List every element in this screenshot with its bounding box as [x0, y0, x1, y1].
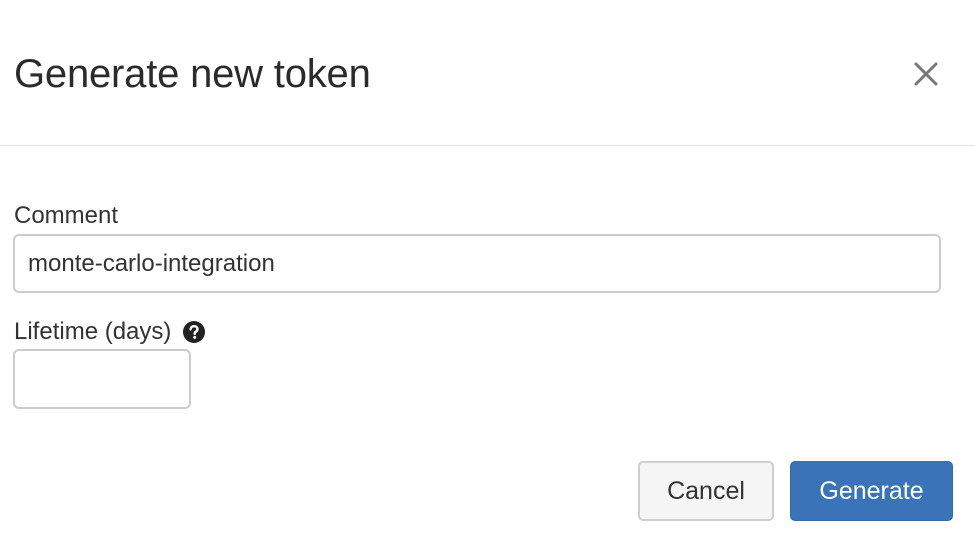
cancel-button[interactable]: Cancel [638, 461, 774, 521]
close-icon [913, 61, 939, 90]
comment-label: Comment [14, 201, 118, 231]
comment-input[interactable] [13, 234, 941, 293]
close-button[interactable] [904, 53, 948, 97]
lifetime-label: Lifetime (days) [14, 317, 206, 347]
lifetime-label-text: Lifetime (days) [14, 318, 172, 345]
dialog-header: Generate new token [0, 0, 975, 146]
generate-token-dialog: Generate new token Comment Lifetime (day… [0, 0, 975, 546]
lifetime-days-input[interactable] [13, 349, 191, 409]
question-circle-icon[interactable] [183, 321, 206, 343]
dialog-title: Generate new token [14, 52, 371, 96]
generate-button[interactable]: Generate [790, 461, 953, 521]
comment-label-text: Comment [14, 202, 119, 229]
